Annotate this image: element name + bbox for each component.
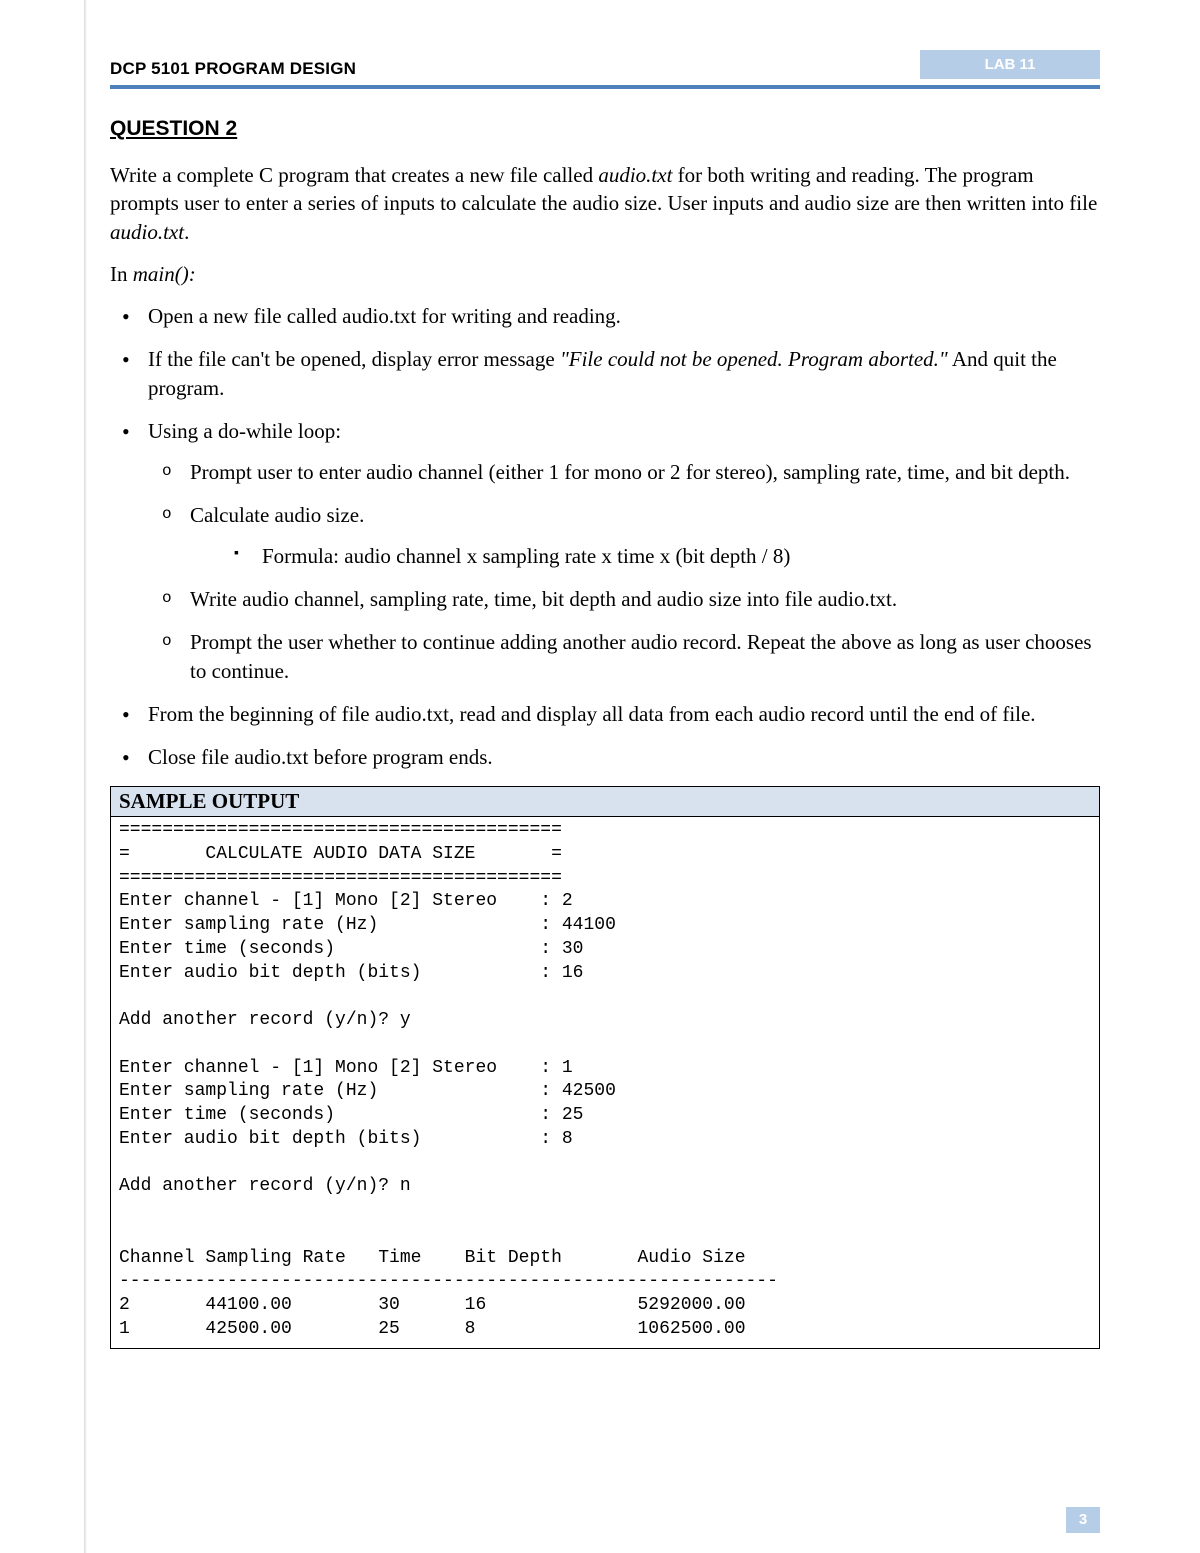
document-page: DCP 5101 PROGRAM DESIGN LAB 11 QUESTION … [0,0,1200,1553]
sample-output-box: SAMPLE OUTPUT ==========================… [110,786,1100,1349]
intro-text-c: . [184,220,189,244]
sample-output-body: ========================================… [111,817,1099,1348]
page-number: 3 [1066,1507,1100,1533]
question-intro: Write a complete C program that creates … [110,161,1100,246]
bullet-3-2-1: Formula: audio channel x sampling rate x… [226,542,1100,571]
bullet-list: Open a new file called audio.txt for wri… [110,302,1100,772]
header-rule [110,85,1100,89]
bullet-1: Open a new file called audio.txt for wri… [110,302,1100,331]
bullet-3-3: Write audio channel, sampling rate, time… [154,585,1100,614]
bullet-3-4: Prompt the user whether to continue addi… [154,628,1100,686]
course-code: DCP 5101 PROGRAM DESIGN [110,59,356,79]
intro-file2: audio.txt [110,220,184,244]
bullet-2-msg: "File could not be opened. Program abort… [560,347,948,371]
bullet-3-2-text: Calculate audio size. [190,503,364,527]
sample-output-header: SAMPLE OUTPUT [111,787,1099,817]
in-main-b: main(): [133,262,196,286]
bullet-3-2: Calculate audio size. Formula: audio cha… [154,501,1100,571]
left-edge-shadow [84,0,87,1553]
in-main-label: In main(): [110,260,1100,288]
bullet-3-sublist: Prompt user to enter audio channel (eith… [148,458,1100,686]
intro-text-a: Write a complete C program that creates … [110,163,598,187]
lab-badge: LAB 11 [920,50,1100,79]
bullet-3-2-sublist: Formula: audio channel x sampling rate x… [190,542,1100,571]
bullet-4: From the beginning of file audio.txt, re… [110,700,1100,729]
bullet-3-1: Prompt user to enter audio channel (eith… [154,458,1100,487]
bullet-3-head: Using a do-while loop: [148,419,341,443]
intro-file1: audio.txt [598,163,672,187]
bullet-2: If the file can't be opened, display err… [110,345,1100,403]
in-main-a: In [110,262,133,286]
bullet-3: Using a do-while loop: Prompt user to en… [110,417,1100,686]
bullet-5: Close file audio.txt before program ends… [110,743,1100,772]
bullet-2a: If the file can't be opened, display err… [148,347,560,371]
page-header: DCP 5101 PROGRAM DESIGN LAB 11 [110,50,1100,79]
question-title: QUESTION 2 [110,117,1100,141]
